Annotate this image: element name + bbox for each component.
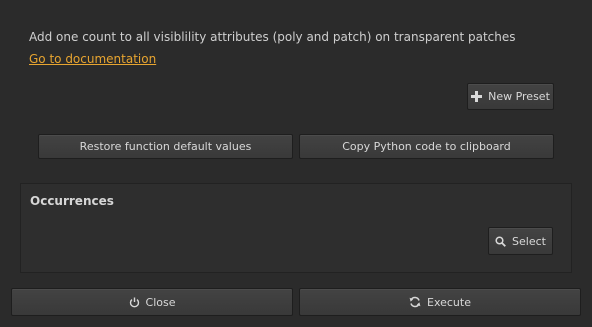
plus-icon — [471, 91, 483, 102]
copy-python-button[interactable]: Copy Python code to clipboard — [299, 134, 554, 159]
restore-defaults-button[interactable]: Restore function default values — [38, 134, 293, 159]
refresh-icon — [409, 296, 421, 308]
close-button[interactable]: Close — [11, 288, 293, 316]
restore-defaults-label: Restore function default values — [79, 140, 252, 153]
search-icon — [495, 235, 506, 247]
new-preset-button[interactable]: New Preset — [467, 83, 554, 110]
select-button[interactable]: Select — [488, 227, 553, 255]
new-preset-label: New Preset — [488, 90, 550, 103]
documentation-link[interactable]: Go to documentation — [29, 52, 156, 66]
copy-python-label: Copy Python code to clipboard — [342, 140, 511, 153]
close-label: Close — [145, 295, 176, 309]
execute-button[interactable]: Execute — [299, 288, 581, 316]
power-icon — [129, 297, 140, 308]
occurrences-section: Occurrences Select — [20, 183, 572, 273]
occurrences-title: Occurrences — [30, 194, 114, 208]
execute-label: Execute — [427, 295, 471, 309]
function-description: Add one count to all visiblility attribu… — [29, 30, 516, 44]
select-label: Select — [512, 234, 546, 248]
